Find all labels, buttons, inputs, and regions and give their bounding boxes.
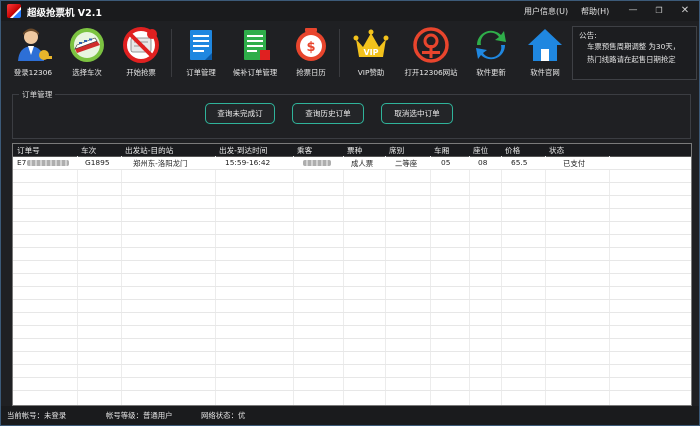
toolbar-vip[interactable]: VIP VIP赞助 bbox=[343, 25, 399, 81]
status-account: 当前帐号：未登录 bbox=[7, 411, 67, 420]
svg-text:VIP: VIP bbox=[363, 48, 378, 57]
toolbar-waitlist-manage[interactable]: 候补订单管理 bbox=[227, 25, 283, 81]
group-title: 订单管理 bbox=[19, 89, 56, 100]
order-management-group: 订单管理 查询未完成订 查询历史订单 取消选中订单 bbox=[12, 89, 691, 139]
app-window: 超级抢票机 V2.1 用户信息(U) 帮助(H) — ❐ ✕ 登录12306 选… bbox=[0, 0, 700, 426]
toolbar-open-12306[interactable]: 打开12306网站 bbox=[403, 25, 459, 81]
column-header[interactable]: 出发站-目的站 bbox=[125, 145, 173, 156]
column-header[interactable]: 订单号 bbox=[17, 145, 40, 156]
ticket-grab-icon bbox=[123, 27, 159, 63]
title-bar: 超级抢票机 V2.1 用户信息(U) 帮助(H) — ❐ ✕ bbox=[1, 1, 699, 21]
status-bar: 当前帐号：未登录 帐号等级：普通用户 网络状态：优 bbox=[1, 406, 699, 425]
menu-help[interactable]: 帮助(H) bbox=[581, 6, 609, 17]
vip-crown-icon: VIP bbox=[353, 29, 389, 57]
toolbar-website[interactable]: 软件官网 bbox=[517, 25, 573, 81]
toolbar-label: 抢票日历 bbox=[296, 68, 326, 77]
query-history-button[interactable]: 查询历史订单 bbox=[292, 103, 364, 124]
update-arrows-icon bbox=[476, 30, 506, 60]
table-row[interactable] bbox=[13, 261, 691, 274]
calendar-clock-icon: $ bbox=[296, 28, 326, 61]
column-header[interactable]: 票种 bbox=[347, 145, 362, 156]
minimize-icon[interactable]: — bbox=[623, 3, 643, 18]
home-icon bbox=[528, 29, 562, 61]
toolbar-calendar[interactable]: $ 抢票日历 bbox=[283, 25, 339, 81]
toolbar-label: 开始抢票 bbox=[126, 68, 156, 77]
route-cell: 郑州东-洛阳龙门 bbox=[133, 159, 188, 168]
column-header[interactable]: 乘客 bbox=[297, 145, 312, 156]
ticket-type-cell: 成人票 bbox=[351, 159, 374, 168]
table-row[interactable]: E7 G1895 郑州东-洛阳龙门 15:59-16:42 成人票 二等座 05… bbox=[13, 157, 691, 170]
train-select-icon bbox=[70, 28, 104, 62]
table-row[interactable] bbox=[13, 352, 691, 365]
column-header[interactable]: 价格 bbox=[505, 145, 520, 156]
app-logo-icon bbox=[7, 4, 21, 18]
column-header[interactable]: 席别 bbox=[389, 145, 404, 156]
notice-panel: 公告: 车票预售周期调整 为30天， 热门线路请在起售日期抢定 bbox=[572, 26, 697, 80]
login-user-icon bbox=[18, 28, 52, 61]
table-row[interactable] bbox=[13, 274, 691, 287]
column-header[interactable]: 座位 bbox=[473, 145, 488, 156]
order-number-cell: E7 bbox=[17, 158, 27, 167]
column-header[interactable]: 状态 bbox=[549, 145, 564, 156]
toolbar-label: 打开12306网站 bbox=[404, 68, 458, 77]
train-cell: G1895 bbox=[85, 158, 110, 167]
table-row[interactable] bbox=[13, 183, 691, 196]
car-cell: 05 bbox=[441, 158, 451, 167]
table-row[interactable] bbox=[13, 365, 691, 378]
close-icon[interactable]: ✕ bbox=[675, 3, 695, 18]
railway-logo-icon bbox=[413, 27, 449, 63]
column-header[interactable]: 车次 bbox=[81, 145, 96, 156]
window-title: 超级抢票机 V2.1 bbox=[27, 8, 102, 19]
redacted-order-number bbox=[27, 160, 69, 166]
price-cell: 65.5 bbox=[511, 158, 528, 167]
table-row[interactable] bbox=[13, 313, 691, 326]
table-row[interactable] bbox=[13, 222, 691, 235]
query-unfinished-button[interactable]: 查询未完成订 bbox=[205, 103, 275, 124]
table-row[interactable] bbox=[13, 326, 691, 339]
restore-icon[interactable]: ❐ bbox=[649, 3, 669, 18]
status-level: 帐号等级：普通用户 bbox=[106, 411, 173, 420]
menu-user-info[interactable]: 用户信息(U) bbox=[524, 6, 568, 17]
table-row[interactable] bbox=[13, 378, 691, 391]
notice-title: 公告: bbox=[579, 31, 597, 40]
table-row[interactable] bbox=[13, 196, 691, 209]
waitlist-document-icon bbox=[244, 30, 270, 60]
redacted-passenger bbox=[303, 160, 331, 166]
status-network: 网络状态：优 bbox=[201, 411, 246, 420]
table-row[interactable] bbox=[13, 339, 691, 352]
table-row[interactable] bbox=[13, 235, 691, 248]
orders-table[interactable]: 订单号 车次 出发站-目的站 出发-到达时间 乘客 票种 席别 车厢 座位 价格… bbox=[12, 143, 692, 406]
table-row[interactable] bbox=[13, 300, 691, 313]
column-header[interactable]: 车厢 bbox=[434, 145, 449, 156]
table-row[interactable] bbox=[13, 170, 691, 183]
column-header[interactable]: 出发-到达时间 bbox=[219, 145, 267, 156]
status-cell: 已支付 bbox=[563, 159, 586, 168]
table-row[interactable] bbox=[13, 209, 691, 222]
table-header: 订单号 车次 出发站-目的站 出发-到达时间 乘客 票种 席别 车厢 座位 价格… bbox=[13, 144, 691, 157]
cancel-selected-button[interactable]: 取消选中订单 bbox=[381, 103, 453, 124]
notice-line: 车票预售周期调整 为30天， bbox=[587, 42, 681, 51]
table-row[interactable] bbox=[13, 248, 691, 261]
seat-class-cell: 二等座 bbox=[395, 159, 418, 168]
notice-line: 热门线路请在起售日期抢定 bbox=[587, 55, 676, 64]
time-cell: 15:59-16:42 bbox=[225, 158, 271, 167]
toolbar-label: 软件官网 bbox=[530, 68, 560, 77]
svg-text:$: $ bbox=[306, 40, 315, 55]
toolbar: 登录12306 选择车次 开始抢票 订单管理 候补订单管理 $ 抢票日历 VIP… bbox=[1, 21, 571, 83]
toolbar-label: VIP赞助 bbox=[357, 68, 385, 77]
seat-cell: 08 bbox=[478, 158, 488, 167]
order-document-icon bbox=[190, 30, 212, 60]
table-row[interactable] bbox=[13, 287, 691, 300]
toolbar-start-grab[interactable]: 开始抢票 bbox=[113, 25, 169, 81]
